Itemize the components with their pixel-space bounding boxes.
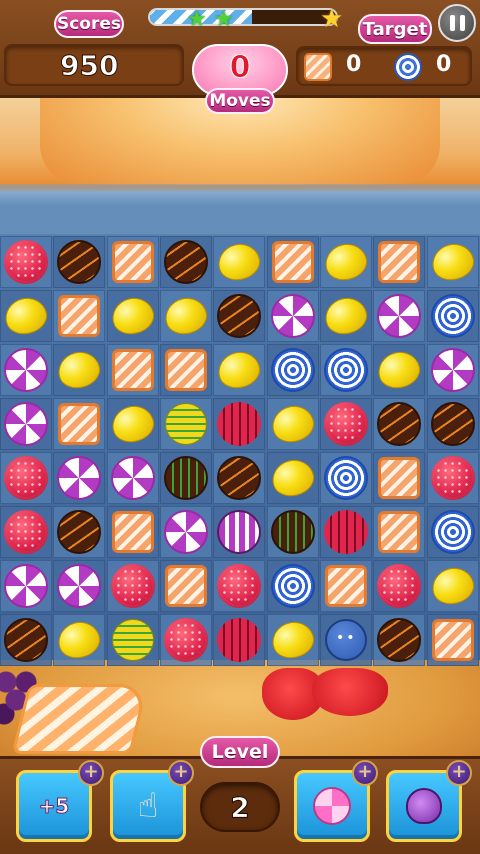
raspberry-candy[interactable] xyxy=(164,618,208,662)
pause-icon xyxy=(449,15,455,31)
chocolate-candy[interactable] xyxy=(217,456,261,500)
blue-candy[interactable] xyxy=(271,564,315,608)
target-count-toffee: 0 xyxy=(346,52,362,77)
moves-value: 0 xyxy=(229,50,251,86)
target-box: 0 0 xyxy=(296,46,472,86)
toffee-candy[interactable] xyxy=(165,565,207,607)
chocolate-candy[interactable] xyxy=(57,240,101,284)
target-count-blue-swirl: 0 xyxy=(436,52,452,77)
chocolate-candy[interactable] xyxy=(4,618,48,662)
toffee-candy[interactable] xyxy=(325,565,367,607)
add-booster-button[interactable]: + xyxy=(168,760,194,786)
toffee-candy[interactable] xyxy=(58,295,100,337)
blue-candy[interactable] xyxy=(324,456,368,500)
raspberry-candy[interactable] xyxy=(431,456,475,500)
star-3-icon: ★ xyxy=(320,4,344,34)
target-label: Target xyxy=(358,14,432,44)
toffee-candy[interactable] xyxy=(112,511,154,553)
raspberry-striped-candy[interactable] xyxy=(217,618,261,662)
plus5-text: +5 xyxy=(38,794,70,819)
pause-icon xyxy=(459,15,465,31)
blue-candy[interactable] xyxy=(431,294,475,338)
swirl-candy[interactable] xyxy=(377,294,421,338)
toffee-candy[interactable] xyxy=(112,349,154,391)
raspberry-striped-candy[interactable] xyxy=(324,510,368,554)
swirl-candy[interactable] xyxy=(111,456,155,500)
toffee-candy-icon xyxy=(304,53,332,81)
swirl-striped-candy[interactable] xyxy=(217,510,261,554)
pointing-hand-icon: ☝ xyxy=(137,786,159,826)
raspberry-candy[interactable] xyxy=(324,402,368,446)
swirl-candy[interactable] xyxy=(4,564,48,608)
blue-swirl-candy-icon xyxy=(394,53,422,81)
add-booster-button[interactable]: + xyxy=(446,760,472,786)
swirl-candy[interactable] xyxy=(271,294,315,338)
swirl-candy[interactable] xyxy=(164,510,208,554)
swirl-candy[interactable] xyxy=(431,348,475,392)
toffee-candy[interactable] xyxy=(378,241,420,283)
raspberry-candy[interactable] xyxy=(111,564,155,608)
swirl-candy[interactable] xyxy=(4,348,48,392)
toffee-candy[interactable] xyxy=(165,349,207,391)
chocolate-striped-candy[interactable] xyxy=(164,456,208,500)
chocolate-candy[interactable] xyxy=(377,618,421,662)
chocolate-striped-candy[interactable] xyxy=(271,510,315,554)
pause-button[interactable] xyxy=(438,4,476,42)
score-progress-bar xyxy=(148,8,338,26)
raspberry-candy[interactable] xyxy=(4,510,48,554)
score-value: 950 xyxy=(59,48,119,82)
toffee-candy[interactable] xyxy=(112,241,154,283)
toffee-candy[interactable] xyxy=(378,457,420,499)
toffee-candy[interactable] xyxy=(378,511,420,553)
cake-decoration xyxy=(11,684,149,754)
board-empty-row xyxy=(0,184,480,236)
raspberry-candy[interactable] xyxy=(4,456,48,500)
toffee-candy[interactable] xyxy=(272,241,314,283)
blue-candy[interactable] xyxy=(324,348,368,392)
raspberry-candy[interactable] xyxy=(217,564,261,608)
chocolate-candy[interactable] xyxy=(431,402,475,446)
raspberry-striped-candy[interactable] xyxy=(217,402,261,446)
star-1-icon: ★ xyxy=(187,7,207,32)
raspberry-candy[interactable] xyxy=(377,564,421,608)
blue-candy[interactable] xyxy=(271,348,315,392)
raspberry-candy[interactable] xyxy=(4,240,48,284)
chocolate-candy[interactable] xyxy=(217,294,261,338)
lollipop-icon xyxy=(313,787,351,825)
chocolate-candy[interactable] xyxy=(57,510,101,554)
scores-label: Scores xyxy=(54,10,124,38)
lemon-striped-candy[interactable] xyxy=(165,403,207,445)
moves-label: Moves xyxy=(205,88,275,114)
potion-icon xyxy=(406,788,442,824)
score-box: 950 xyxy=(4,44,184,86)
swirl-candy[interactable] xyxy=(57,564,101,608)
bomb-candy[interactable] xyxy=(325,619,367,661)
toffee-candy[interactable] xyxy=(432,619,474,661)
add-booster-button[interactable]: + xyxy=(352,760,378,786)
level-label: Level xyxy=(200,736,280,768)
level-value: 2 xyxy=(230,790,251,824)
chocolate-candy[interactable] xyxy=(164,240,208,284)
game-board xyxy=(0,184,480,668)
swirl-candy[interactable] xyxy=(4,402,48,446)
level-box: 2 xyxy=(200,782,280,832)
toffee-candy[interactable] xyxy=(58,403,100,445)
star-2-icon: ★ xyxy=(214,7,234,32)
blue-candy[interactable] xyxy=(431,510,475,554)
strawberry-decoration xyxy=(312,668,388,716)
swirl-candy[interactable] xyxy=(57,456,101,500)
add-booster-button[interactable]: + xyxy=(78,760,104,786)
chocolate-candy[interactable] xyxy=(377,402,421,446)
lemon-striped-candy[interactable] xyxy=(112,619,154,661)
